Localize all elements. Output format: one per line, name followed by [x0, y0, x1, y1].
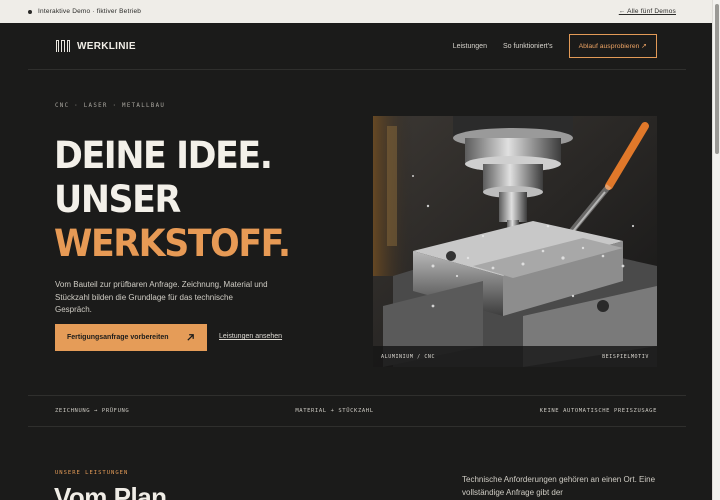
hero-eyebrow: CNC · LASER · METALLBAU: [55, 103, 166, 109]
brand-name: WERKLINIE: [77, 40, 136, 52]
strip-item-material: MATERIAL + STÜCKZAHL: [295, 408, 374, 414]
strip-item-pricing: KEINE AUTOMATISCHE PREISZUSAGE: [539, 408, 657, 414]
main-navigation: WERKLINIE Leistungen So funktioniert's A…: [28, 23, 686, 70]
logo-mark-icon: [56, 40, 70, 52]
prepare-request-label: Fertigungsanfrage vorbereiten: [67, 334, 169, 341]
services-title: Vom Plan: [54, 482, 167, 500]
image-caption-material: ALUMINIUM / CNC: [381, 353, 436, 360]
headline-line-3: WERKSTOFF.: [54, 222, 291, 265]
nav-link-leistungen[interactable]: Leistungen: [453, 43, 487, 50]
brand-logo[interactable]: WERKLINIE: [56, 40, 136, 52]
demo-banner: Interaktive Demo · fiktiver Betrieb ← Al…: [0, 0, 712, 23]
strip-item-drawing: ZEICHNUNG → PRÜFUNG: [55, 408, 130, 414]
demo-notice: Interaktive Demo · fiktiver Betrieb: [28, 8, 141, 15]
nav-link-so-funktionierts[interactable]: So funktioniert's: [503, 43, 553, 50]
hero-image: ALUMINIUM / CNC BEISPIELMOTIV: [373, 116, 657, 367]
view-services-link[interactable]: Leistungen ansehen: [219, 333, 282, 340]
try-process-button[interactable]: Ablauf ausprobieren ↗: [568, 34, 657, 58]
demo-notice-text: Interaktive Demo · fiktiver Betrieb: [38, 8, 142, 15]
image-caption-note: BEISPIELMOTIV: [602, 353, 649, 360]
hero-lead-text: Vom Bauteil zur prüfbaren Anfrage. Zeich…: [55, 280, 268, 314]
image-caption-bar: ALUMINIUM / CNC BEISPIELMOTIV: [373, 346, 657, 367]
nav-links: Leistungen So funktioniert's Ablauf ausp…: [453, 34, 657, 58]
headline-line-1: DEINE IDEE.: [54, 134, 273, 177]
page-scrollbar[interactable]: [712, 0, 720, 500]
headline-line-2: UNSER: [54, 178, 181, 221]
arrow-up-right-icon: [187, 334, 194, 341]
services-intro-text: Technische Anforderungen gehören an eine…: [462, 475, 656, 497]
status-dot-icon: [28, 9, 32, 14]
cnc-machine-illustration: [373, 116, 657, 367]
process-strip: ZEICHNUNG → PRÜFUNG MATERIAL + STÜCKZAHL…: [28, 395, 686, 427]
all-demos-link[interactable]: ← Alle fünf Demos: [619, 8, 676, 15]
prepare-request-button[interactable]: Fertigungsanfrage vorbereiten: [55, 324, 207, 351]
services-eyebrow: UNSERE LEISTUNGEN: [55, 470, 129, 476]
hero-headline: DEINE IDEE. UNSER WERKSTOFF.: [54, 134, 291, 266]
scrollbar-thumb[interactable]: [715, 4, 719, 154]
